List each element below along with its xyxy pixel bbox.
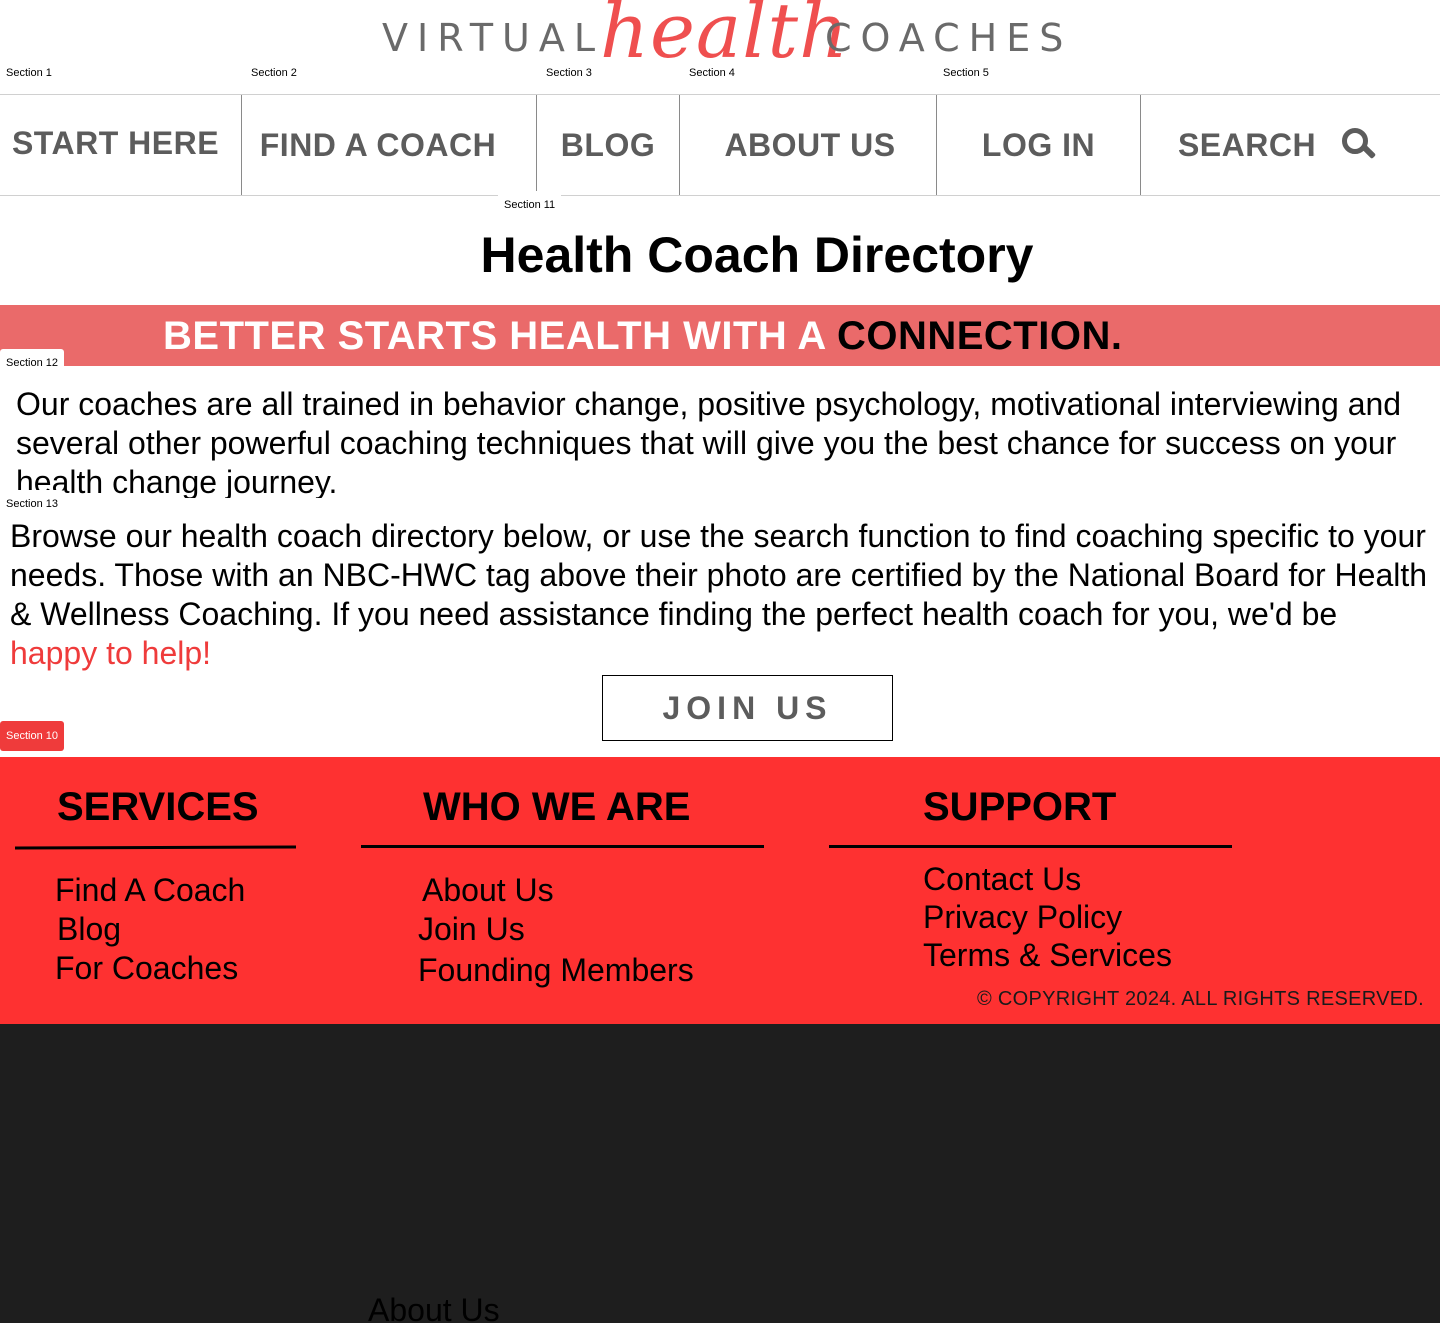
footer-services-heading: SERVICES	[57, 785, 259, 829]
copyright-text: © COPYRIGHT 2024. ALL RIGHTS RESERVED.	[977, 988, 1425, 1010]
logo-word-virtual: VIRTUAL	[382, 16, 605, 60]
footer-who-we-are-heading: WHO WE ARE	[423, 785, 691, 829]
section-label-11: Section 11	[498, 191, 562, 219]
banner-text-dark: CONNECTION.	[836, 314, 1123, 358]
directory-intro-text: Browse our health coach directory below,…	[10, 518, 1428, 632]
footer-link-join-us[interactable]: Join Us	[418, 911, 525, 948]
footer-link-privacy-policy[interactable]: Privacy Policy	[923, 899, 1122, 936]
footer-link-about-us[interactable]: About Us	[422, 872, 554, 909]
site-footer: SERVICES Find A Coach Blog For Coaches W…	[0, 757, 1440, 1024]
footer-link-contact-us[interactable]: Contact Us	[923, 861, 1081, 898]
lower-about-us-link[interactable]: About Us	[368, 1292, 500, 1323]
footer-link-blog[interactable]: Blog	[57, 911, 121, 948]
search-icon	[1342, 128, 1377, 162]
lower-dark-section: About Us	[0, 1024, 1440, 1323]
footer-link-find-a-coach[interactable]: Find A Coach	[55, 872, 245, 909]
section-label-13: Section 13	[0, 490, 64, 518]
logo-word-health: health	[600, 0, 850, 75]
section-label-4: Section 4	[689, 67, 735, 79]
section-label-3: Section 3	[546, 67, 592, 79]
section-label-10: Section 10	[0, 721, 64, 751]
footer-divider	[361, 845, 764, 848]
nav-start-here[interactable]: START HERE	[0, 93, 231, 193]
nav-log-in[interactable]: LOG IN	[937, 95, 1140, 195]
footer-link-terms-services[interactable]: Terms & Services	[923, 937, 1172, 974]
nav-search-label: SEARCH	[1177, 126, 1317, 163]
footer-divider	[14, 845, 297, 850]
footer-link-founding-members[interactable]: Founding Members	[418, 952, 694, 989]
section-label-5: Section 5	[943, 67, 989, 79]
page-title: Health Coach Directory	[480, 227, 1034, 283]
nav-blog[interactable]: BLOG	[537, 95, 679, 195]
nav-search[interactable]: SEARCH	[1141, 95, 1411, 195]
section-label-2: Section 2	[251, 67, 297, 79]
logo-word-coaches: COACHES	[825, 16, 1073, 60]
directory-intro-paragraph: Browse our health coach directory below,…	[10, 517, 1430, 673]
main-nav: START HERE FIND A COACH BLOG ABOUT US LO…	[0, 94, 1440, 196]
nav-find-a-coach[interactable]: FIND A COACH	[242, 95, 514, 195]
banner-text-light: BETTER STARTS HEALTH WITH A	[163, 314, 837, 358]
coaches-intro-paragraph: Our coaches are all trained in behavior …	[16, 386, 1402, 498]
footer-support-heading: SUPPORT	[923, 785, 1117, 829]
section-label-12: Section 12	[0, 349, 64, 377]
nav-about-us[interactable]: ABOUT US	[680, 95, 940, 195]
section-label-1: Section 1	[6, 67, 52, 79]
tagline-banner: BETTER STARTS HEALTH WITH A CONNECTION.	[0, 305, 1440, 366]
happy-to-help-link[interactable]: happy to help!	[10, 635, 211, 671]
footer-divider	[829, 845, 1232, 848]
footer-link-for-coaches[interactable]: For Coaches	[55, 950, 238, 987]
join-us-button[interactable]: JOIN US	[602, 675, 893, 741]
